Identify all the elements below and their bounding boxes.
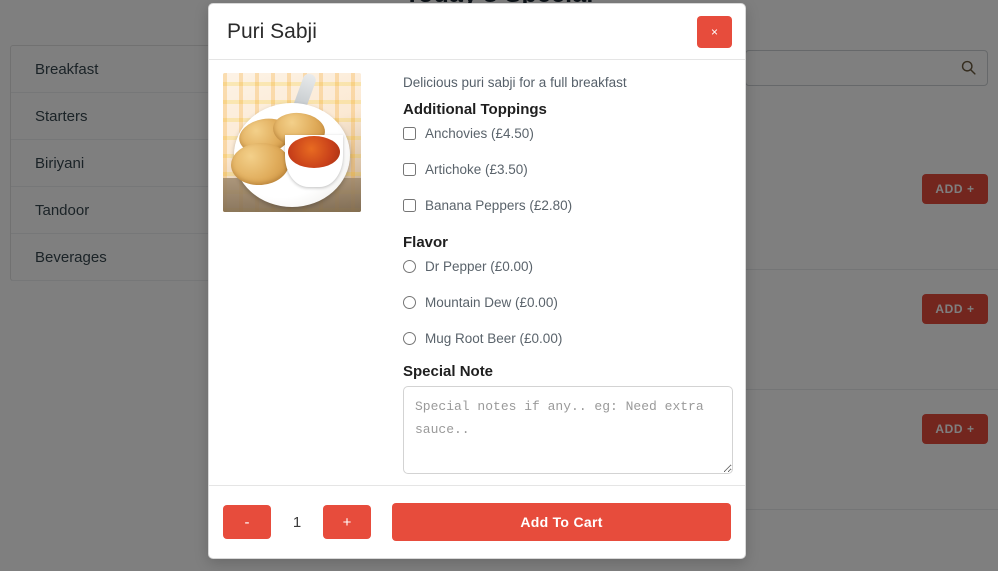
special-note-title: Special Note xyxy=(403,363,494,380)
topping-option-artichoke[interactable]: Artichoke (£3.50) xyxy=(403,162,733,177)
topping-checkbox[interactable] xyxy=(403,127,416,140)
add-to-cart-button[interactable]: Add To Cart xyxy=(392,503,731,541)
flavor-radio[interactable] xyxy=(403,296,416,309)
quantity-value: 1 xyxy=(292,513,302,531)
quantity-decrement-button[interactable]: - xyxy=(223,505,271,539)
special-note-input[interactable] xyxy=(403,386,733,474)
topping-checkbox[interactable] xyxy=(403,199,416,212)
flavor-radio[interactable] xyxy=(403,260,416,273)
close-icon[interactable]: × xyxy=(697,16,732,48)
flavor-option-mug-root-beer[interactable]: Mug Root Beer (£0.00) xyxy=(403,331,733,346)
topping-option-anchovies[interactable]: Anchovies (£4.50) xyxy=(403,126,733,141)
flavor-group-title: Flavor xyxy=(403,234,449,251)
flavor-radio[interactable] xyxy=(403,332,416,345)
modal-header: Puri Sabji × xyxy=(209,4,745,60)
item-image xyxy=(223,73,361,212)
topping-option-banana-peppers[interactable]: Banana Peppers (£2.80) xyxy=(403,198,733,213)
item-detail-modal: Puri Sabji × Delicious puri sabji for a … xyxy=(208,3,746,559)
modal-footer: - 1 + Add To Cart xyxy=(209,485,745,558)
flavor-label: Mug Root Beer (£0.00) xyxy=(425,331,563,346)
quantity-increment-button[interactable]: + xyxy=(323,505,371,539)
item-description: Delicious puri sabji for a full breakfas… xyxy=(403,75,627,90)
item-options-column: Delicious puri sabji for a full breakfas… xyxy=(375,72,733,485)
flavor-label: Dr Pepper (£0.00) xyxy=(425,259,534,274)
toppings-group-title: Additional Toppings xyxy=(403,101,547,118)
item-image-column xyxy=(223,72,375,485)
topping-label: Anchovies (£4.50) xyxy=(425,126,534,141)
image-curry xyxy=(288,136,340,168)
flavor-option-dr-pepper[interactable]: Dr Pepper (£0.00) xyxy=(403,259,733,274)
flavor-option-mountain-dew[interactable]: Mountain Dew (£0.00) xyxy=(403,295,733,310)
topping-checkbox[interactable] xyxy=(403,163,416,176)
flavor-label: Mountain Dew (£0.00) xyxy=(425,295,558,310)
modal-title: Puri Sabji xyxy=(227,19,317,43)
topping-label: Banana Peppers (£2.80) xyxy=(425,198,573,213)
topping-label: Artichoke (£3.50) xyxy=(425,162,528,177)
modal-body: Delicious puri sabji for a full breakfas… xyxy=(209,60,745,485)
